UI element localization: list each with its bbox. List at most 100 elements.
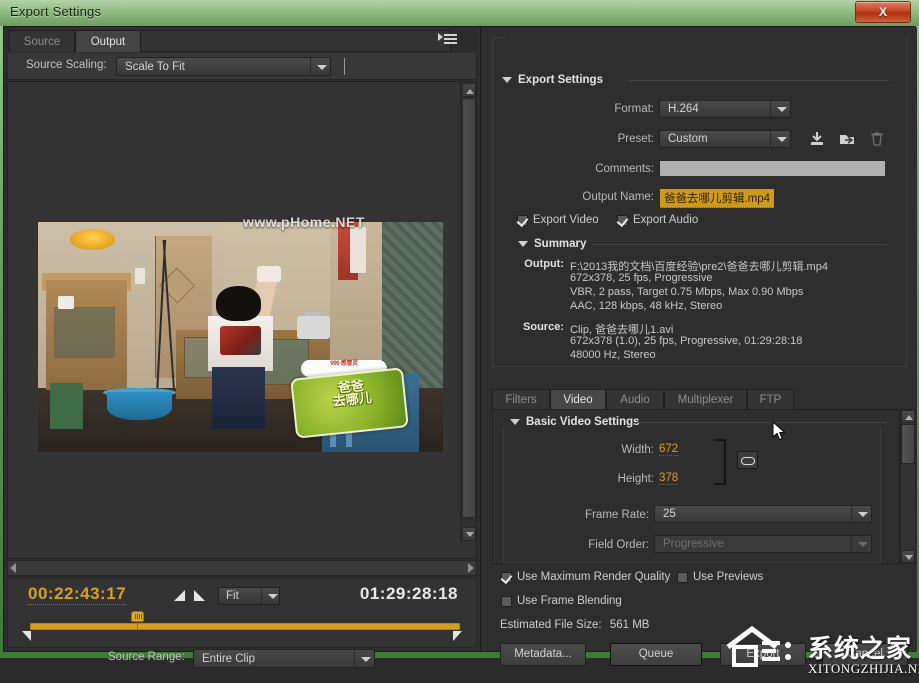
set-in-point-icon[interactable] xyxy=(174,590,185,601)
chevron-down-icon xyxy=(261,588,279,604)
tab-strip-filler xyxy=(141,30,451,52)
height-value[interactable]: 378 xyxy=(659,472,678,485)
scroll-down-icon[interactable] xyxy=(901,550,915,563)
metadata-button[interactable]: Metadata... xyxy=(500,643,586,666)
format-label: Format: xyxy=(544,103,654,115)
export-video-label[interactable]: Export Video xyxy=(533,214,599,226)
video-frame: 999 感冒灵 爸爸去哪儿 xyxy=(38,222,443,452)
video-settings-scrollbar[interactable] xyxy=(900,409,916,564)
format-dropdown[interactable]: H.264 xyxy=(659,100,791,118)
preview-vertical-scrollbar[interactable] xyxy=(460,82,476,542)
close-button[interactable]: X xyxy=(855,1,911,23)
title-bar: Export Settings X xyxy=(0,0,919,26)
settings-tab-strip: Filters Video Audio Multiplexer FTP xyxy=(492,389,917,409)
current-timecode[interactable]: 00:22:43:17 xyxy=(28,584,126,605)
tab-source[interactable]: Source xyxy=(9,30,75,52)
set-out-point-icon[interactable] xyxy=(194,590,205,601)
collapse-twisty-icon[interactable] xyxy=(502,77,512,83)
header-rule xyxy=(629,80,889,81)
export-video-checkbox[interactable] xyxy=(517,215,528,226)
preview-pane: Source Output Source Scaling: Scale To F… xyxy=(4,27,481,651)
save-preset-icon[interactable] xyxy=(807,130,827,148)
use-frame-blending-checkbox[interactable] xyxy=(501,596,512,607)
tab-multiplexer[interactable]: Multiplexer xyxy=(664,389,747,409)
tab-filters[interactable]: Filters xyxy=(492,389,550,409)
source-range-dropdown[interactable]: Entire Clip xyxy=(193,649,375,668)
source-range-value: Entire Clip xyxy=(202,653,255,665)
chevron-down-icon xyxy=(310,58,330,75)
preset-value: Custom xyxy=(668,133,708,145)
tab-ftp[interactable]: FTP xyxy=(747,389,794,409)
source-scaling-label: Source Scaling: xyxy=(26,59,107,71)
chevron-down-icon xyxy=(851,536,871,552)
panel-menu-icon[interactable] xyxy=(435,32,457,48)
scroll-left-icon[interactable] xyxy=(10,563,16,573)
use-frame-blending-label[interactable]: Use Frame Blending xyxy=(517,595,622,607)
transport-controls: 00:22:43:17 Fit 01:29:28:18 Source Range… xyxy=(7,577,477,648)
summary-output-line-4: AAC, 128 kbps, 48 kHz, Stereo xyxy=(570,300,722,312)
width-value[interactable]: 672 xyxy=(659,443,678,456)
link-chain-icon[interactable] xyxy=(737,451,758,469)
frame-rate-value: 25 xyxy=(663,508,676,520)
tab-audio[interactable]: Audio xyxy=(606,389,664,409)
source-range-label: Source Range: xyxy=(108,651,185,663)
scroll-up-icon[interactable] xyxy=(462,83,476,97)
scroll-up-icon[interactable] xyxy=(901,410,915,423)
export-audio-label[interactable]: Export Audio xyxy=(633,214,698,226)
use-previews-label[interactable]: Use Previews xyxy=(693,571,763,583)
scroll-right-icon[interactable] xyxy=(468,563,474,573)
show-logo-overlay: 999 感冒灵 爸爸去哪儿 xyxy=(293,360,431,443)
summary-rule xyxy=(592,244,887,245)
chevron-down-icon xyxy=(851,506,871,522)
timeline-scrub-bar[interactable] xyxy=(30,623,460,630)
import-preset-icon[interactable] xyxy=(837,130,857,148)
tab-video[interactable]: Video xyxy=(550,389,606,409)
max-render-quality-label[interactable]: Use Maximum Render Quality xyxy=(517,571,670,583)
scrollbar-thumb[interactable] xyxy=(462,98,476,518)
max-render-quality-checkbox[interactable] xyxy=(501,572,512,583)
preview-horizontal-scrollbar[interactable] xyxy=(7,560,477,576)
summary-source-line-3: 48000 Hz, Stereo xyxy=(570,349,656,361)
zoom-level-dropdown[interactable]: Fit xyxy=(218,587,280,605)
summary-output-line-2: 672x378, 25 fps, Progressive xyxy=(570,272,712,284)
estimated-file-size-value: 561 MB xyxy=(610,619,650,631)
frame-rate-dropdown[interactable]: 25 xyxy=(654,505,872,523)
summary-header: Summary xyxy=(518,238,586,250)
summary-source-label: Source: xyxy=(504,321,564,333)
comments-label: Comments: xyxy=(544,163,654,175)
total-duration-timecode: 01:29:28:18 xyxy=(360,584,458,604)
trash-icon[interactable] xyxy=(867,130,887,148)
scrollbar-thumb[interactable] xyxy=(901,424,915,464)
field-order-value: Progressive xyxy=(663,538,724,550)
export-settings-header: Export Settings xyxy=(502,74,603,86)
width-label: Width: xyxy=(564,444,654,456)
out-point-handle[interactable] xyxy=(453,631,462,641)
summary-output-label: Output: xyxy=(504,258,564,270)
zoom-level-value: Fit xyxy=(226,590,239,602)
preset-dropdown[interactable]: Custom xyxy=(659,130,791,148)
playhead-marker[interactable] xyxy=(131,611,144,627)
export-audio-checkbox[interactable] xyxy=(617,215,628,226)
comments-input[interactable] xyxy=(659,160,886,177)
tab-output[interactable]: Output xyxy=(75,30,141,52)
window-title: Export Settings xyxy=(10,4,101,19)
summary-twisty-icon[interactable] xyxy=(518,241,528,247)
export-button[interactable]: Export xyxy=(720,643,806,666)
chevron-down-icon xyxy=(354,650,374,667)
source-scaling-value: Scale To Fit xyxy=(125,61,185,73)
in-point-handle[interactable] xyxy=(22,631,31,641)
source-scaling-bar: Source Scaling: Scale To Fit xyxy=(7,53,477,80)
source-scaling-dropdown[interactable]: Scale To Fit xyxy=(116,57,331,76)
video-settings-twisty-icon[interactable] xyxy=(510,419,520,425)
frame-rate-label: Frame Rate: xyxy=(549,509,649,521)
preview-tab-strip: Source Output xyxy=(7,30,477,52)
summary-source-line-2: 672x378 (1.0), 25 fps, Progressive, 01:2… xyxy=(570,335,802,347)
queue-button[interactable]: Queue xyxy=(610,643,702,666)
preview-canvas: 999 感冒灵 爸爸去哪儿 www.pHome.NET xyxy=(8,82,460,542)
use-previews-checkbox[interactable] xyxy=(677,572,688,583)
cancel-button[interactable]: Cancel xyxy=(822,643,908,666)
panel-menu-triangle xyxy=(438,33,443,41)
scroll-down-icon[interactable] xyxy=(462,527,476,541)
output-name-value[interactable]: 爸爸去哪儿剪辑.mp4 xyxy=(660,189,774,208)
chevron-down-icon xyxy=(770,101,790,117)
